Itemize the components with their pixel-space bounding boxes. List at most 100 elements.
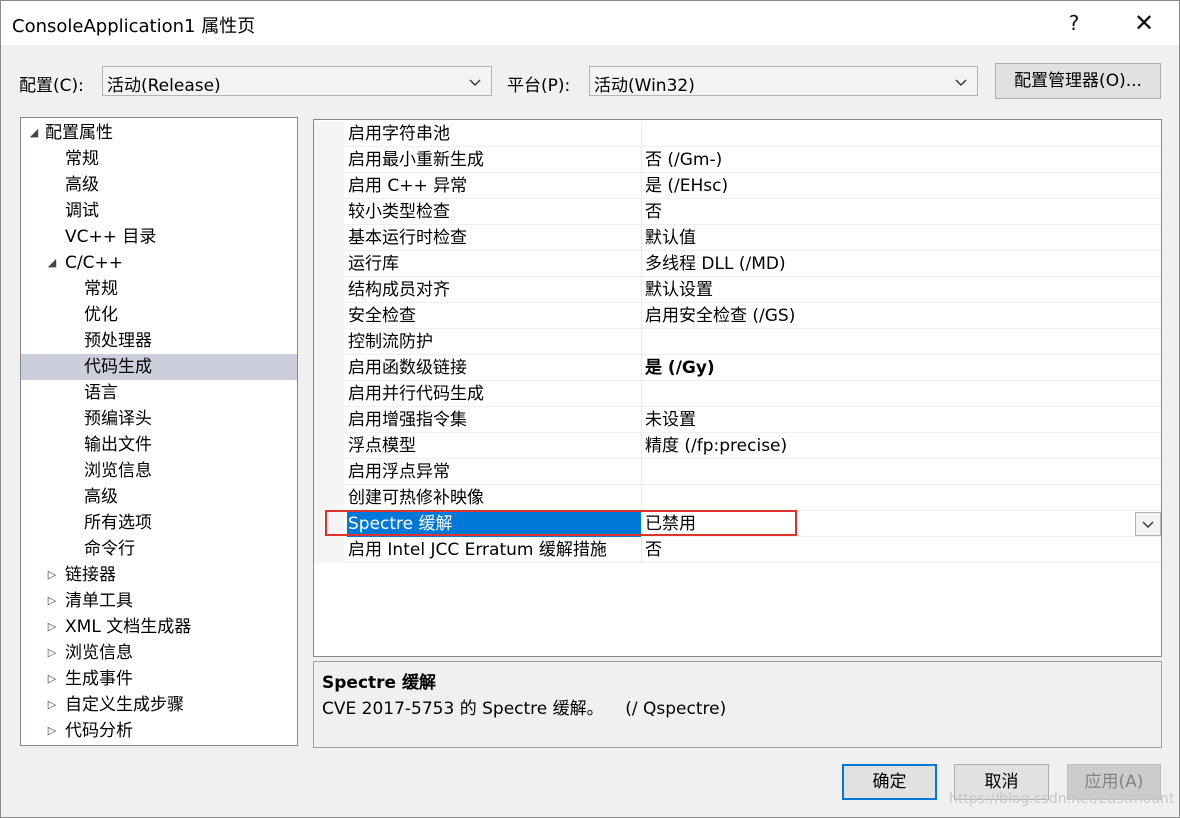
property-row[interactable]: 启用浮点异常 bbox=[314, 459, 1161, 485]
property-row[interactable]: 启用函数级链接 是 (/Gy) bbox=[314, 355, 1161, 381]
property-value[interactable]: 默认值 bbox=[645, 225, 1125, 251]
tree-item[interactable]: 高级 bbox=[21, 172, 297, 198]
property-value[interactable]: 否 bbox=[645, 199, 1125, 225]
ok-button[interactable]: 确定 bbox=[842, 764, 937, 800]
property-row[interactable]: 启用最小重新生成 否 (/Gm-) bbox=[314, 147, 1161, 173]
close-button[interactable]: ✕ bbox=[1121, 1, 1167, 45]
tree-item-label: 代码生成 bbox=[84, 357, 152, 377]
property-value[interactable] bbox=[645, 381, 1125, 407]
property-value[interactable]: 启用安全检查 (/GS) bbox=[645, 303, 1125, 329]
tree-item[interactable]: 常规 bbox=[21, 276, 297, 302]
tree-item[interactable]: 预处理器 bbox=[21, 328, 297, 354]
property-value[interactable] bbox=[645, 329, 1125, 355]
property-row[interactable]: 安全检查 启用安全检查 (/GS) bbox=[314, 303, 1161, 329]
property-row[interactable]: 较小类型检查 否 bbox=[314, 199, 1161, 225]
tree-item[interactable]: VC++ 目录 bbox=[21, 224, 297, 250]
config-combobox[interactable]: 活动(Release) bbox=[102, 66, 492, 96]
help-button[interactable]: ? bbox=[1051, 1, 1097, 45]
property-row[interactable]: 浮点模型 精度 (/fp:precise) bbox=[314, 433, 1161, 459]
property-value[interactable]: 否 bbox=[645, 537, 1125, 563]
collapsed-triangle-icon[interactable]: ▷ bbox=[45, 588, 59, 614]
config-manager-button[interactable]: 配置管理器(O)... bbox=[995, 63, 1161, 99]
tree-item[interactable]: ▷ XML 文档生成器 bbox=[21, 614, 297, 640]
platform-combobox[interactable]: 活动(Win32) bbox=[589, 66, 978, 96]
tree-item-label: XML 文档生成器 bbox=[65, 617, 192, 637]
tree-item[interactable]: ▷ 链接器 bbox=[21, 562, 297, 588]
property-value[interactable]: 默认设置 bbox=[645, 277, 1125, 303]
property-value[interactable]: 是 (/Gy) bbox=[645, 355, 1125, 381]
tree-item[interactable]: 常规 bbox=[21, 146, 297, 172]
tree-item-label: 调试 bbox=[65, 201, 99, 221]
tree-item[interactable]: 预编译头 bbox=[21, 406, 297, 432]
property-row[interactable]: 启用 C++ 异常 是 (/EHsc) bbox=[314, 173, 1161, 199]
tree-item[interactable]: 浏览信息 bbox=[21, 458, 297, 484]
collapsed-triangle-icon[interactable]: ▷ bbox=[45, 640, 59, 666]
tree-item[interactable]: ▷ 生成事件 bbox=[21, 666, 297, 692]
property-value[interactable]: 已禁用 bbox=[645, 511, 1125, 537]
properties-dialog: ConsoleApplication1 属性页 ? ✕ 配置(C): 活动(Re… bbox=[0, 0, 1180, 818]
column-separator bbox=[641, 381, 642, 407]
column-separator bbox=[641, 199, 642, 225]
property-value[interactable]: 未设置 bbox=[645, 407, 1125, 433]
tree-item[interactable]: ◢ 配置属性 bbox=[21, 120, 297, 146]
column-separator bbox=[641, 121, 642, 147]
property-row[interactable]: 运行库 多线程 DLL (/MD) bbox=[314, 251, 1161, 277]
property-row[interactable]: 启用字符串池 bbox=[314, 121, 1161, 147]
tree-item[interactable]: 高级 bbox=[21, 484, 297, 510]
property-row[interactable]: 结构成员对齐 默认设置 bbox=[314, 277, 1161, 303]
tree-item[interactable]: ▷ 清单工具 bbox=[21, 588, 297, 614]
tree-item[interactable]: 优化 bbox=[21, 302, 297, 328]
tree-item[interactable]: ◢ C/C++ bbox=[21, 250, 297, 276]
tree-item[interactable]: 语言 bbox=[21, 380, 297, 406]
property-value[interactable] bbox=[645, 485, 1125, 511]
column-separator bbox=[641, 407, 642, 433]
expanded-triangle-icon[interactable]: ◢ bbox=[45, 250, 59, 276]
tree-item-label: 配置属性 bbox=[45, 123, 113, 143]
property-row[interactable]: 基本运行时检查 默认值 bbox=[314, 225, 1161, 251]
property-value[interactable]: 精度 (/fp:precise) bbox=[645, 433, 1125, 459]
tree-item[interactable]: ▷ 浏览信息 bbox=[21, 640, 297, 666]
property-tree[interactable]: ◢ 配置属性 常规 高级 调试 VC++ 目录 ◢ C/C++ 常规 优化 预处理器 代码生成 语言 预编… bbox=[20, 117, 298, 746]
value-dropdown-button[interactable] bbox=[1135, 512, 1161, 536]
property-name: 运行库 bbox=[348, 254, 399, 274]
tree-item-label: 命令行 bbox=[84, 539, 135, 559]
tree-item[interactable]: 命令行 bbox=[21, 536, 297, 562]
property-value[interactable]: 否 (/Gm-) bbox=[645, 147, 1125, 173]
property-value[interactable]: 多线程 DLL (/MD) bbox=[645, 251, 1125, 277]
property-row[interactable]: 控制流防护 bbox=[314, 329, 1161, 355]
collapsed-triangle-icon[interactable]: ▷ bbox=[45, 562, 59, 588]
property-row[interactable]: 启用 Intel JCC Erratum 缓解措施 否 bbox=[314, 537, 1161, 563]
collapsed-triangle-icon[interactable]: ▷ bbox=[45, 614, 59, 640]
tree-item[interactable]: 输出文件 bbox=[21, 432, 297, 458]
tree-item[interactable]: ▷ 自定义生成步骤 bbox=[21, 692, 297, 718]
row-gutter bbox=[314, 459, 344, 485]
property-grid[interactable]: 启用字符串池 启用最小重新生成 否 (/Gm-) 启用 C++ 异常 是 (/EHsc)… bbox=[313, 119, 1162, 657]
column-separator bbox=[641, 251, 642, 277]
collapsed-triangle-icon[interactable]: ▷ bbox=[45, 666, 59, 692]
property-row[interactable]: 启用增强指令集 未设置 bbox=[314, 407, 1161, 433]
column-separator bbox=[641, 173, 642, 199]
row-gutter bbox=[314, 121, 344, 147]
tree-item[interactable]: ▷ 代码分析 bbox=[21, 718, 297, 744]
column-separator bbox=[641, 303, 642, 329]
property-row[interactable]: 启用并行代码生成 bbox=[314, 381, 1161, 407]
expanded-triangle-icon[interactable]: ◢ bbox=[27, 120, 41, 146]
property-name: 启用并行代码生成 bbox=[348, 384, 484, 404]
tree-item[interactable]: 所有选项 bbox=[21, 510, 297, 536]
collapsed-triangle-icon[interactable]: ▷ bbox=[45, 718, 59, 744]
property-row[interactable]: 创建可热修补映像 bbox=[314, 485, 1161, 511]
tree-item-label: C/C++ bbox=[65, 253, 123, 273]
tree-item-label: 所有选项 bbox=[84, 513, 152, 533]
collapsed-triangle-icon[interactable]: ▷ bbox=[45, 692, 59, 718]
tree-item[interactable]: 代码生成 bbox=[21, 354, 297, 380]
property-row[interactable]: Spectre 缓解 已禁用 bbox=[314, 511, 1161, 537]
property-value[interactable] bbox=[645, 459, 1125, 485]
tree-item[interactable]: 调试 bbox=[21, 198, 297, 224]
property-value[interactable] bbox=[645, 121, 1125, 147]
tree-item-label: 预编译头 bbox=[84, 409, 152, 429]
property-value[interactable]: 是 (/EHsc) bbox=[645, 173, 1125, 199]
